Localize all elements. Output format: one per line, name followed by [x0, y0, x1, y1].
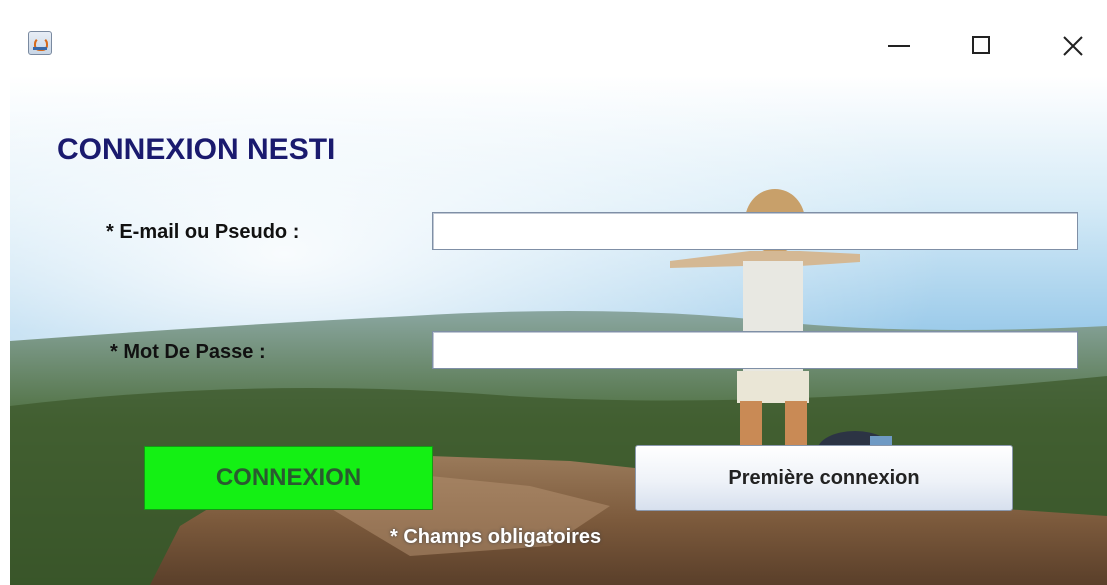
title-bar[interactable] [10, 13, 1107, 76]
login-panel: CONNEXION NESTI * E-mail ou Pseudo : * M… [10, 76, 1107, 585]
page-title: CONNEXION NESTI [57, 133, 336, 166]
java-app-icon[interactable] [28, 31, 52, 55]
required-fields-note: * Champs obligatoires [390, 526, 602, 548]
maximize-icon [972, 36, 990, 54]
close-button[interactable] [1050, 23, 1096, 69]
first-login-button[interactable]: Première connexion [635, 445, 1013, 511]
login-window: CONNEXION NESTI * E-mail ou Pseudo : * M… [10, 13, 1107, 585]
close-icon [1063, 36, 1083, 56]
minimize-icon [888, 45, 910, 47]
password-field[interactable] [432, 331, 1078, 369]
email-label: * E-mail ou Pseudo : [106, 221, 300, 243]
login-button[interactable]: CONNEXION [144, 446, 433, 510]
password-label: * Mot De Passe : [110, 341, 266, 363]
email-field[interactable] [432, 212, 1078, 250]
minimize-button[interactable] [876, 23, 922, 69]
maximize-button[interactable] [958, 23, 1004, 69]
